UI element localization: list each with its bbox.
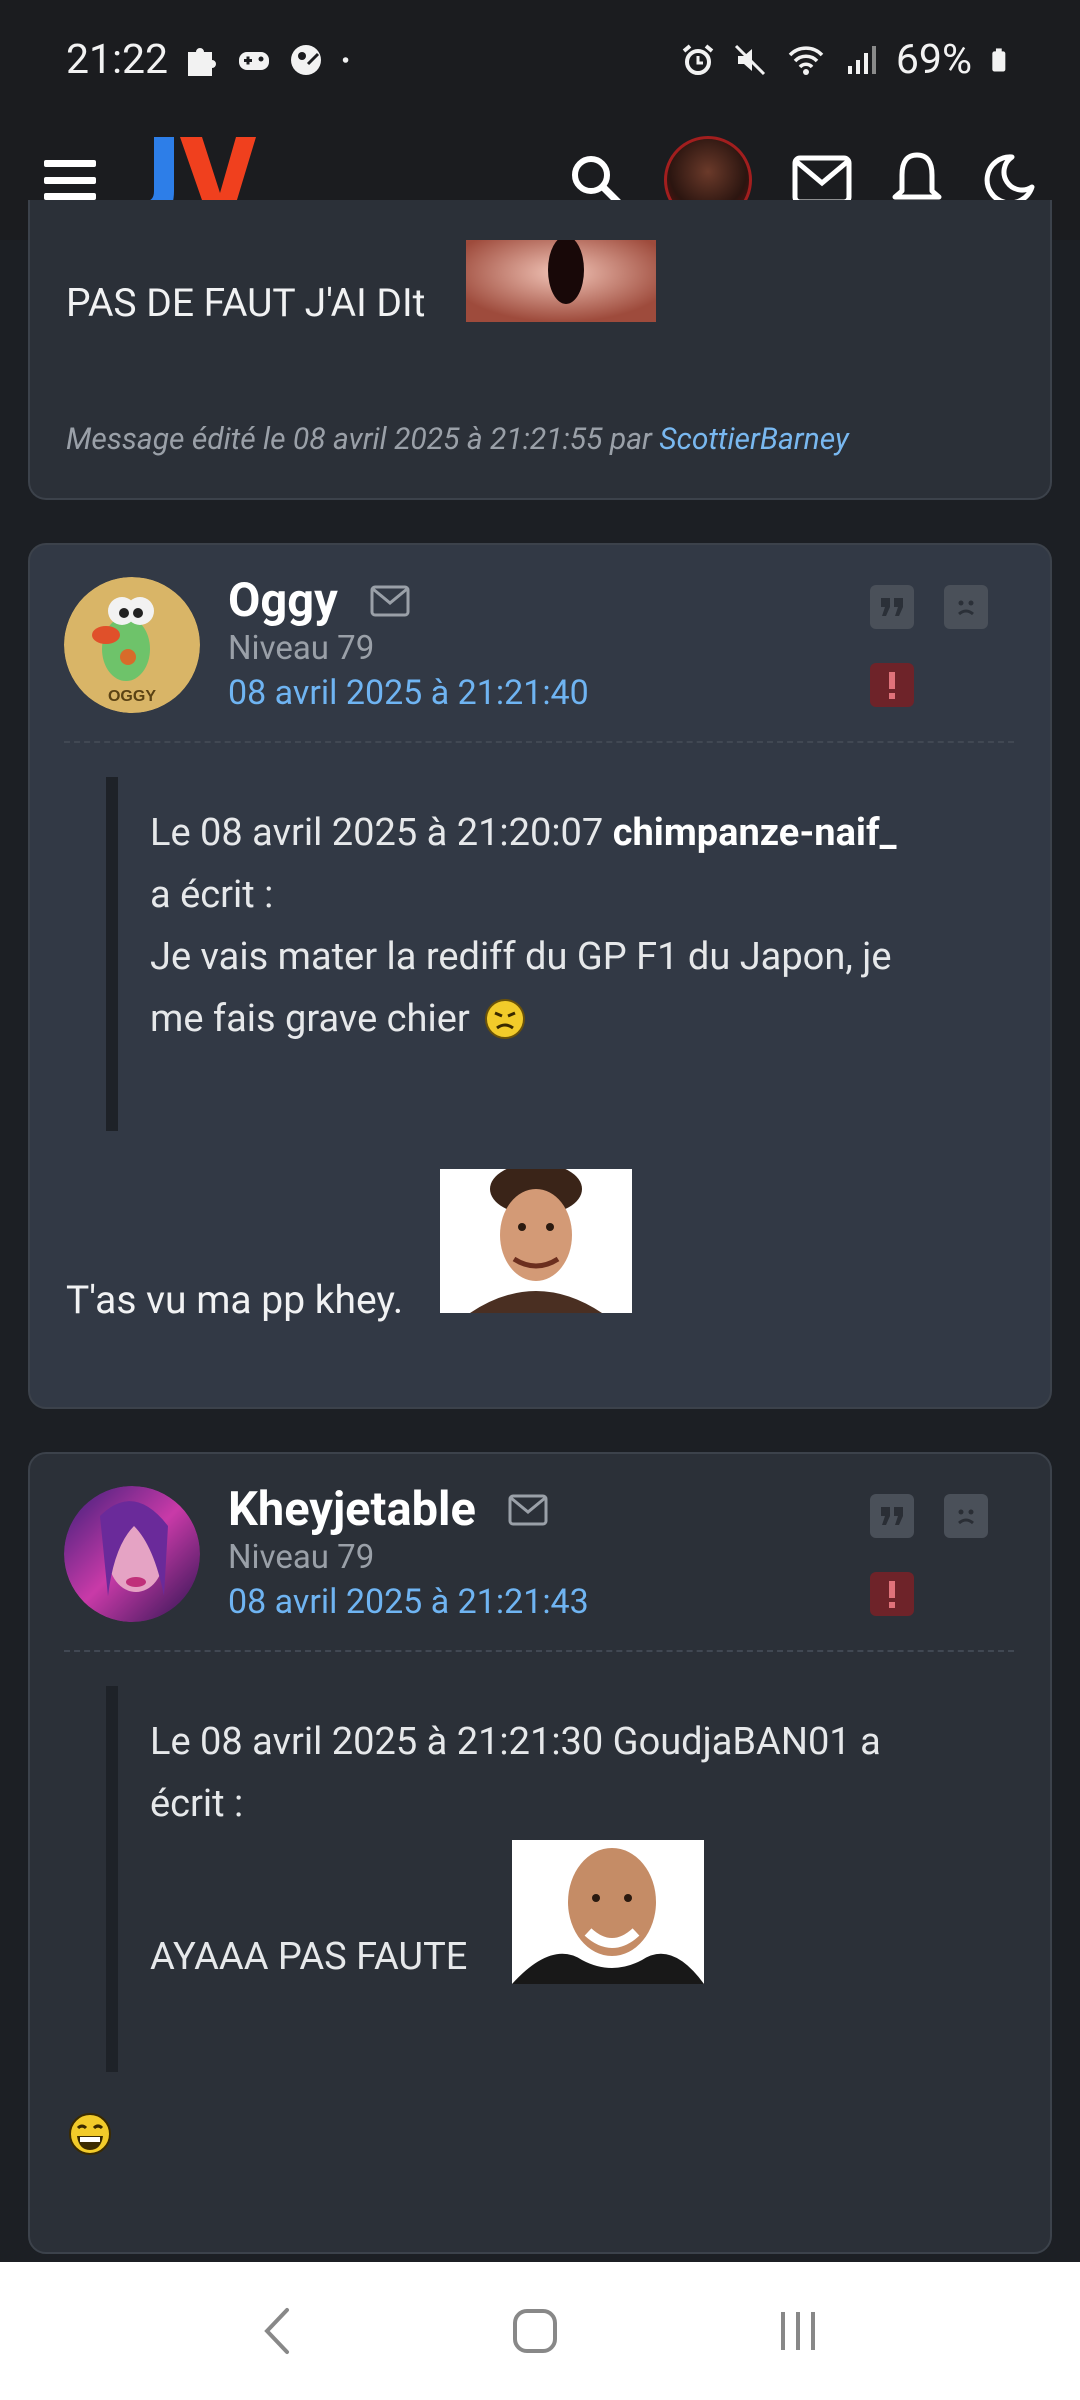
author-name[interactable]: Oggy bbox=[228, 573, 338, 628]
annoyed-smiley-icon bbox=[484, 999, 525, 1039]
alert-icon bbox=[889, 672, 895, 699]
alert-icon bbox=[889, 1581, 895, 1608]
signal-icon bbox=[847, 46, 876, 74]
quote-body-text: me fais grave chier bbox=[150, 997, 470, 1041]
quote-bar bbox=[106, 1686, 118, 2072]
divider bbox=[64, 741, 1014, 743]
message-text: T'as vu ma pp khey. bbox=[66, 1277, 404, 1323]
edit-note-user-link[interactable]: ScottierBarney bbox=[659, 422, 848, 457]
report-button[interactable] bbox=[870, 663, 914, 707]
quote-header: Le 08 avril 2025 à 21:21:30 GoudjaBAN01 … bbox=[150, 1720, 881, 1764]
mail-icon[interactable] bbox=[508, 1494, 548, 1526]
post-date-link[interactable]: 08 avril 2025 à 21:21:43 bbox=[228, 1582, 589, 1622]
quote-bar bbox=[106, 777, 118, 1131]
dark-mode-icon[interactable] bbox=[982, 153, 1036, 207]
quote-body-line: Je vais mater la rediff du GP F1 du Japo… bbox=[150, 935, 892, 979]
quote-icon bbox=[881, 1507, 903, 1525]
recent-apps-icon[interactable] bbox=[773, 2306, 823, 2356]
battery-icon bbox=[992, 48, 1006, 72]
battery-percent: 69% bbox=[895, 36, 972, 84]
status-bar: 21:22 69% bbox=[0, 0, 1080, 120]
clock: 21:22 bbox=[66, 36, 169, 84]
post-card: Kheyjetable Niveau 79 08 avril 2025 à 21… bbox=[28, 1452, 1052, 2254]
blacklist-button[interactable] bbox=[944, 1494, 988, 1538]
quote-body-line: me fais grave chier bbox=[150, 988, 897, 1050]
edit-note-text: Message édité le 08 avril 2025 à 21:21:5… bbox=[66, 422, 652, 457]
author-name[interactable]: Kheyjetable bbox=[228, 1482, 476, 1537]
blacklist-button[interactable] bbox=[944, 585, 988, 629]
quote-header: Le 08 avril 2025 à 21:20:07 chimpanze-na… bbox=[150, 802, 897, 864]
author-level: Niveau 79 bbox=[228, 1538, 375, 1577]
edit-note: Message édité le 08 avril 2025 à 21:21:5… bbox=[66, 422, 849, 457]
app-notification-icon bbox=[291, 45, 322, 75]
puzzle-icon bbox=[188, 48, 217, 76]
laughing-smiley-icon bbox=[69, 2113, 111, 2155]
report-button[interactable] bbox=[870, 1572, 914, 1616]
quote-button[interactable] bbox=[870, 1494, 914, 1538]
message-text: PAS DE FAUT J'AI DIt bbox=[66, 280, 426, 326]
quote-icon bbox=[881, 598, 903, 616]
author-avatar[interactable]: OGGY bbox=[64, 577, 200, 713]
quote-date: Le 08 avril 2025 à 21:20:07 bbox=[150, 811, 604, 855]
quote-author[interactable]: chimpanze-naif_ bbox=[613, 811, 897, 855]
quote-block: Le 08 avril 2025 à 21:21:30 GoudjaBAN01 … bbox=[150, 1711, 881, 1835]
quote-wrote: écrit : bbox=[150, 1782, 244, 1826]
post-card: OGGY Oggy Niveau 79 08 avril 2025 à 21:2… bbox=[28, 543, 1052, 1409]
post-card: PAS DE FAUT J'AI DIt Message édité le 08… bbox=[28, 200, 1052, 500]
mail-icon[interactable] bbox=[370, 585, 410, 617]
sad-face-icon bbox=[958, 1509, 974, 1525]
author-level: Niveau 79 bbox=[228, 629, 375, 668]
gamepad-icon bbox=[239, 52, 270, 70]
alarm-icon bbox=[682, 44, 714, 75]
wifi-icon bbox=[788, 46, 824, 75]
home-icon[interactable] bbox=[510, 2306, 560, 2356]
quote-wrote: a écrit : bbox=[150, 873, 274, 917]
sad-face-icon bbox=[958, 600, 974, 616]
quote-block: Le 08 avril 2025 à 21:20:07 chimpanze-na… bbox=[150, 802, 897, 1050]
dot-icon bbox=[342, 57, 349, 63]
svg-text:OGGY: OGGY bbox=[108, 688, 156, 705]
mute-icon bbox=[734, 44, 765, 76]
divider bbox=[64, 1650, 1014, 1652]
sticker-image bbox=[466, 240, 656, 322]
messages-icon[interactable] bbox=[792, 155, 852, 205]
quote-body: AYAAA PAS FAUTE bbox=[150, 1935, 468, 1979]
sticker-image bbox=[440, 1169, 632, 1313]
post-date-link[interactable]: 08 avril 2025 à 21:21:40 bbox=[228, 673, 589, 713]
back-icon[interactable] bbox=[257, 2306, 297, 2356]
sticker-image bbox=[512, 1840, 704, 1984]
system-nav-bar bbox=[0, 2262, 1080, 2400]
quote-button[interactable] bbox=[870, 585, 914, 629]
author-avatar[interactable] bbox=[64, 1486, 200, 1622]
menu-icon[interactable] bbox=[44, 160, 96, 200]
